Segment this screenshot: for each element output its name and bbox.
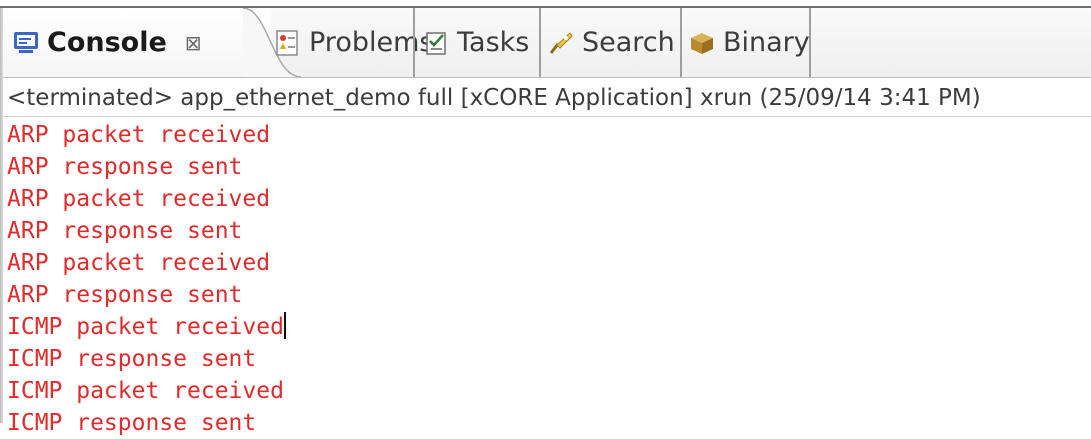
tab-search-label: Search: [582, 27, 675, 58]
tab-console[interactable]: Console ⊠: [3, 8, 271, 77]
tasks-icon: [425, 30, 449, 56]
tab-tasks-label: Tasks: [457, 27, 530, 58]
tab-separator: [413, 8, 415, 77]
console-output[interactable]: ARP packet received ARP response sent ARP …: [7, 119, 1087, 439]
problems-icon: [275, 29, 301, 57]
console-view: Console ⊠ Problems Tasks Search Binary <…: [0, 8, 1091, 436]
tab-tasks[interactable]: Tasks: [425, 8, 529, 77]
tab-problems[interactable]: Problems: [275, 8, 433, 77]
console-line: ICMP packet received: [7, 378, 284, 404]
console-line: ARP response sent: [7, 154, 243, 180]
search-icon: [548, 30, 574, 56]
console-line: ICMP packet received: [7, 312, 286, 340]
console-line: ARP packet received: [7, 186, 271, 212]
console-line: ARP response sent: [7, 218, 243, 244]
tab-binary[interactable]: Binary: [689, 8, 810, 77]
tab-separator: [809, 8, 811, 77]
tab-separator: [539, 8, 541, 77]
console-icon: [13, 31, 39, 55]
tab-bar-border: [3, 77, 1091, 78]
console-line: ICMP response sent: [7, 346, 257, 372]
tab-binary-label: Binary: [723, 27, 810, 58]
binary-icon: [689, 31, 715, 55]
tab-search[interactable]: Search: [548, 8, 675, 77]
process-status: <terminated> app_ethernet_demo full [xCO…: [7, 85, 981, 111]
text-cursor: [283, 312, 286, 339]
tab-bar: Console ⊠ Problems Tasks Search Binary: [3, 8, 1091, 77]
console-line: ARP packet received: [7, 122, 271, 148]
console-line: ARP response sent: [7, 282, 243, 308]
tab-console-label: Console: [47, 27, 167, 58]
console-line: ARP packet received: [7, 250, 271, 276]
console-line: ICMP response sent: [7, 410, 257, 436]
console-divider: [3, 116, 1091, 117]
close-icon[interactable]: ⊠: [185, 31, 202, 55]
tab-separator: [680, 8, 682, 77]
